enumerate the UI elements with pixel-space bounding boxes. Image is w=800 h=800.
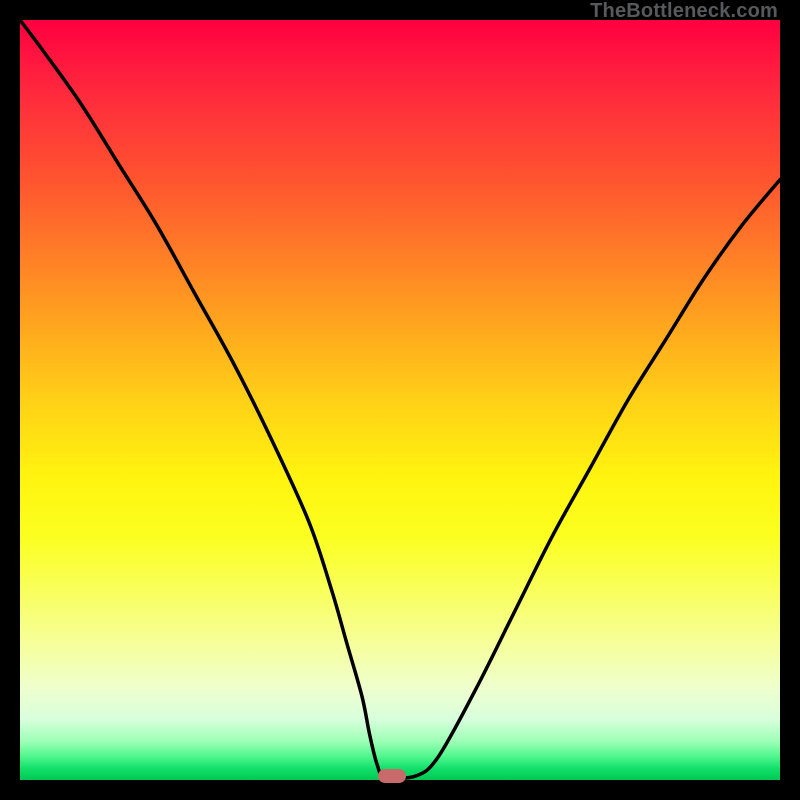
- curve-svg: [20, 20, 780, 780]
- watermark-text: TheBottleneck.com: [590, 0, 778, 23]
- chart-frame: TheBottleneck.com: [0, 0, 800, 800]
- optimum-marker: [378, 769, 406, 783]
- bottleneck-curve-path: [20, 20, 780, 778]
